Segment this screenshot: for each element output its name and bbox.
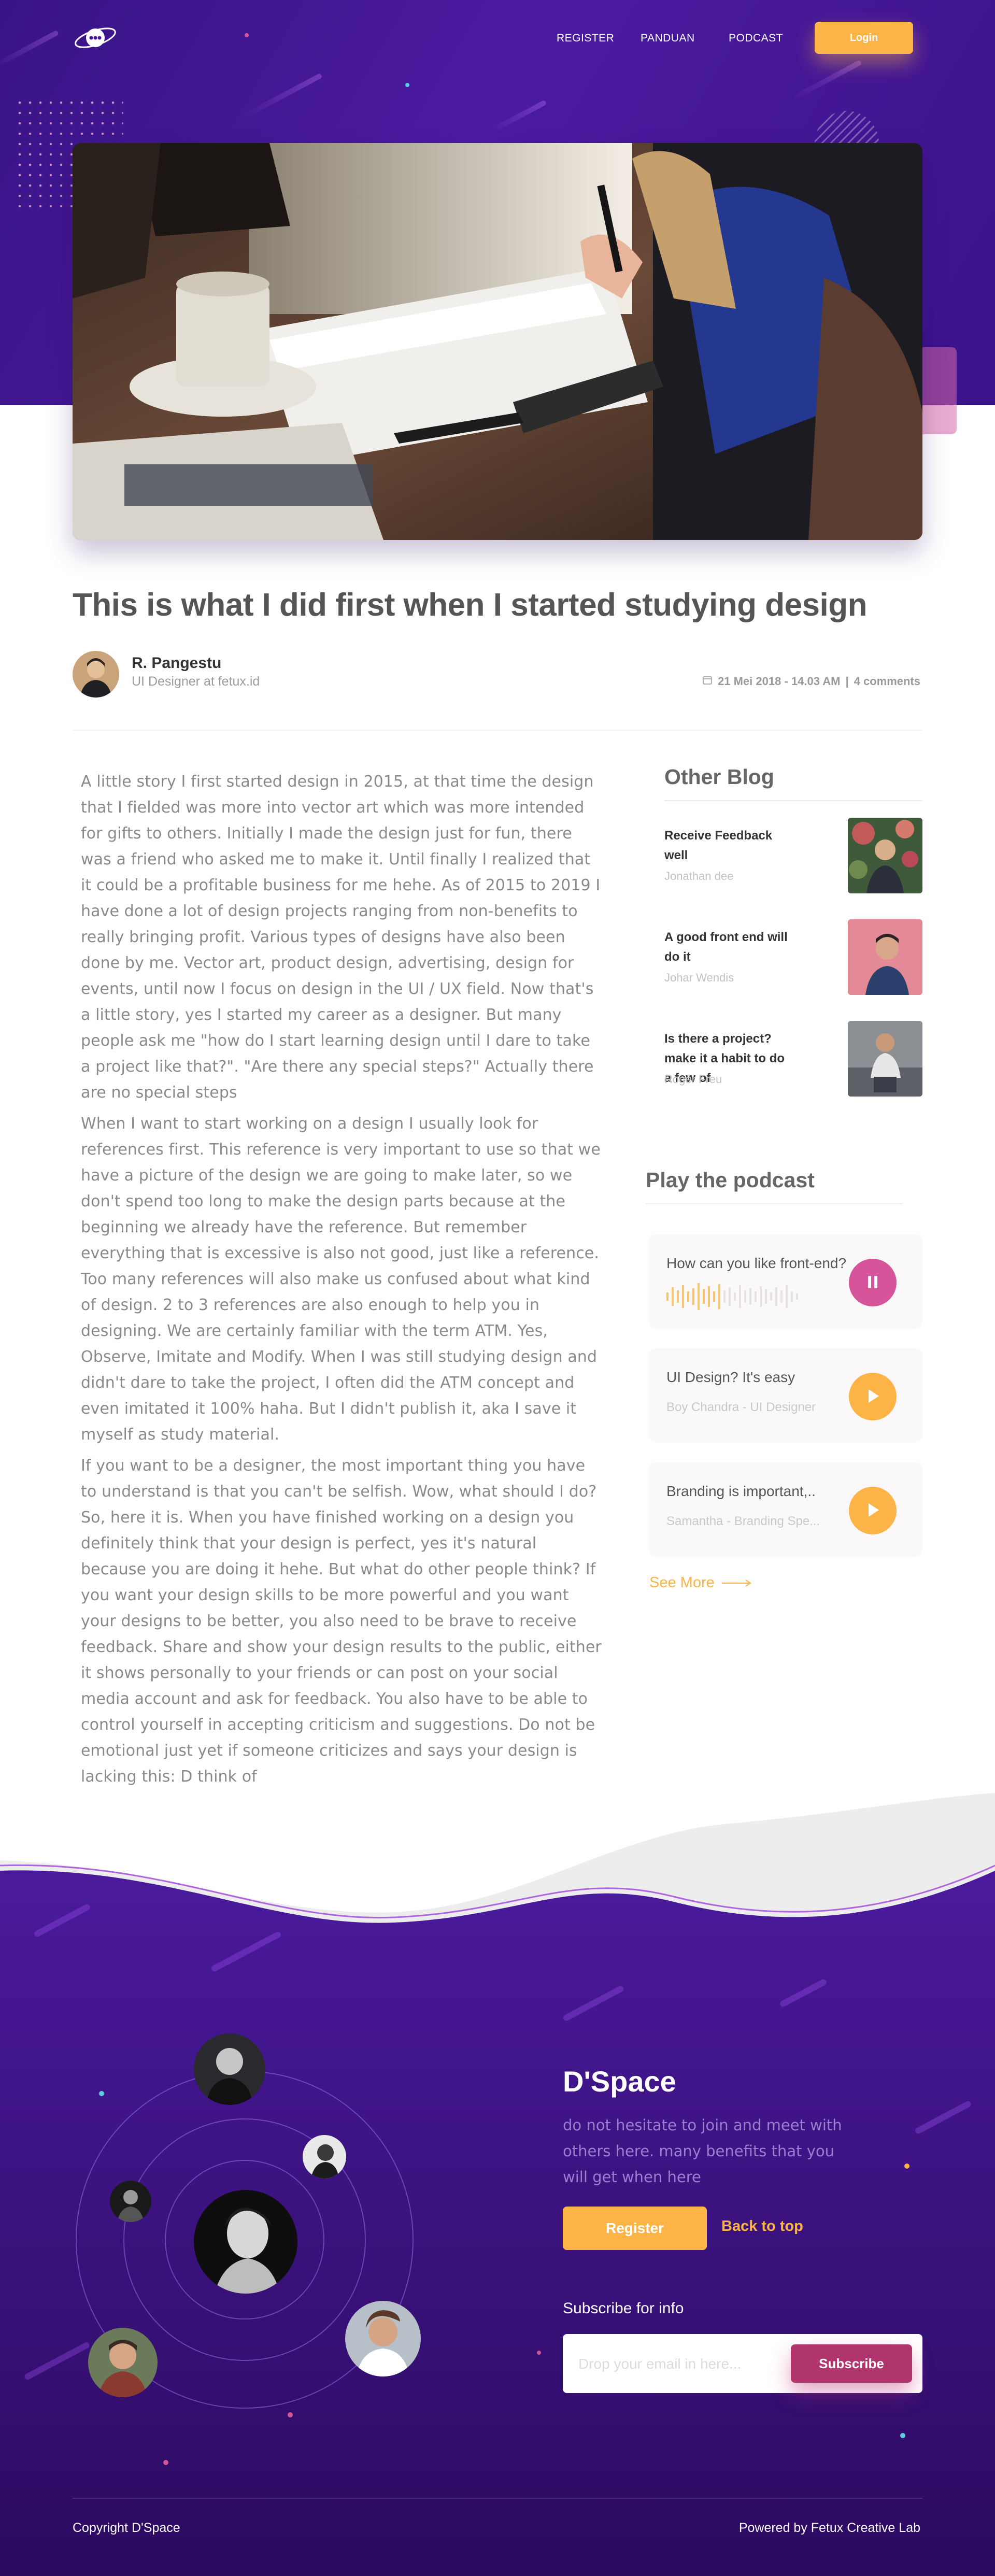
register-button[interactable]: Register: [563, 2207, 707, 2250]
member-avatar-featured: [194, 2190, 297, 2294]
podcast-title: Branding is important,..: [666, 1483, 816, 1499]
sidebar-divider: [664, 800, 922, 801]
login-button[interactable]: Login: [815, 22, 913, 54]
brand-title: D'Space: [563, 2065, 676, 2098]
podcast-title: UI Design? It's easy: [666, 1369, 795, 1385]
copyright-text: Copyright D'Space: [73, 2521, 180, 2535]
pause-icon: [866, 1275, 879, 1291]
blog-card[interactable]: Receive Feedback well Jonathan dee: [664, 818, 922, 893]
email-input[interactable]: [578, 2350, 775, 2379]
article-paragraph: If you want to be a designer, the most i…: [81, 1457, 602, 1786]
arrow-right-icon: [721, 1574, 752, 1591]
hero-image: [73, 143, 922, 540]
man-pink-background-photo: [848, 919, 922, 995]
decor-streak: [489, 99, 547, 134]
nav-panduan-link[interactable]: PANDUAN: [641, 32, 695, 45]
nav-podcast-link[interactable]: PODCAST: [729, 32, 783, 45]
play-button[interactable]: [849, 1373, 897, 1420]
footer-divider: [73, 2498, 922, 2499]
podcast-subtitle: Boy Chandra - UI Designer: [666, 1400, 816, 1414]
man-crouching-photo: [848, 1021, 922, 1097]
article-meta: 21 Mei 2018 - 14.03 AM | 4 comments: [702, 675, 920, 688]
blog-card-title[interactable]: Receive Feedback well: [664, 826, 789, 865]
subscribe-button[interactable]: Subscribe: [791, 2344, 912, 2383]
header-divider: [73, 730, 922, 731]
podcast-subtitle: Samantha - Branding Spe...: [666, 1514, 820, 1528]
author-avatar: [73, 651, 119, 698]
article-title: This is what I did first when I started …: [73, 587, 868, 623]
back-to-top-link[interactable]: Back to top: [721, 2218, 803, 2235]
podcast-title: How can you like front-end?: [666, 1255, 847, 1271]
podcast-card[interactable]: Branding is important,.. Samantha - Bran…: [649, 1462, 922, 1557]
top-nav: REGISTER PANDUAN PODCAST Login: [0, 0, 995, 78]
see-more-label: See More: [649, 1574, 715, 1591]
podcast-heading: Play the podcast: [646, 1168, 815, 1192]
article-date: 21 Mei 2018 - 14.03 AM: [718, 675, 841, 688]
nav-register-link[interactable]: REGISTER: [557, 32, 614, 45]
blog-card-title[interactable]: A good front end will do it: [664, 928, 789, 967]
member-avatar: [110, 2181, 151, 2222]
brand-description: do not hesitate to join and meet with ot…: [563, 2116, 842, 2186]
audio-waveform: [666, 1282, 801, 1314]
blog-card-author: Roger Freu: [664, 1073, 722, 1086]
blog-card[interactable]: Is there a project? make it a habit to d…: [664, 1021, 922, 1097]
member-avatar: [194, 2033, 265, 2105]
blog-card-author: Jonathan dee: [664, 870, 734, 883]
blog-card-author: Johar Wendis: [664, 971, 734, 984]
pause-button[interactable]: [849, 1259, 897, 1306]
play-icon: [865, 1388, 880, 1405]
article-paragraph: When I want to start working on a design…: [81, 1115, 601, 1444]
subscribe-form: Subscribe: [563, 2334, 922, 2393]
podcast-card[interactable]: UI Design? It's easy Boy Chandra - UI De…: [649, 1348, 922, 1443]
article-comments-link[interactable]: 4 comments: [854, 675, 920, 688]
powered-by-text: Powered by Fetux Creative Lab: [738, 2521, 920, 2535]
see-more-link[interactable]: See More: [649, 1574, 752, 1591]
decor-dot: [405, 83, 409, 87]
calendar-icon: [702, 675, 713, 688]
dspace-logo-icon[interactable]: [72, 21, 119, 55]
podcast-card[interactable]: How can you like front-end?: [649, 1234, 922, 1329]
play-button[interactable]: [849, 1487, 897, 1534]
other-blog-heading: Other Blog: [664, 765, 774, 789]
subscribe-label: Subscribe for info: [563, 2300, 684, 2317]
author-name: R. Pangestu: [132, 654, 222, 672]
decor-streak: [242, 73, 323, 119]
article-paragraph: A little story I first started design in…: [81, 773, 601, 1102]
blog-card[interactable]: A good front end will do it Johar Wendis: [664, 919, 922, 995]
man-with-flowers-photo: [848, 818, 922, 893]
author-role: UI Designer at fetux.id: [132, 674, 260, 689]
sidebar-divider: [646, 1203, 903, 1204]
member-avatar: [345, 2301, 421, 2376]
member-avatar: [303, 2135, 346, 2179]
member-avatar: [88, 2328, 158, 2397]
play-icon: [865, 1502, 880, 1519]
meta-separator: |: [845, 675, 849, 688]
